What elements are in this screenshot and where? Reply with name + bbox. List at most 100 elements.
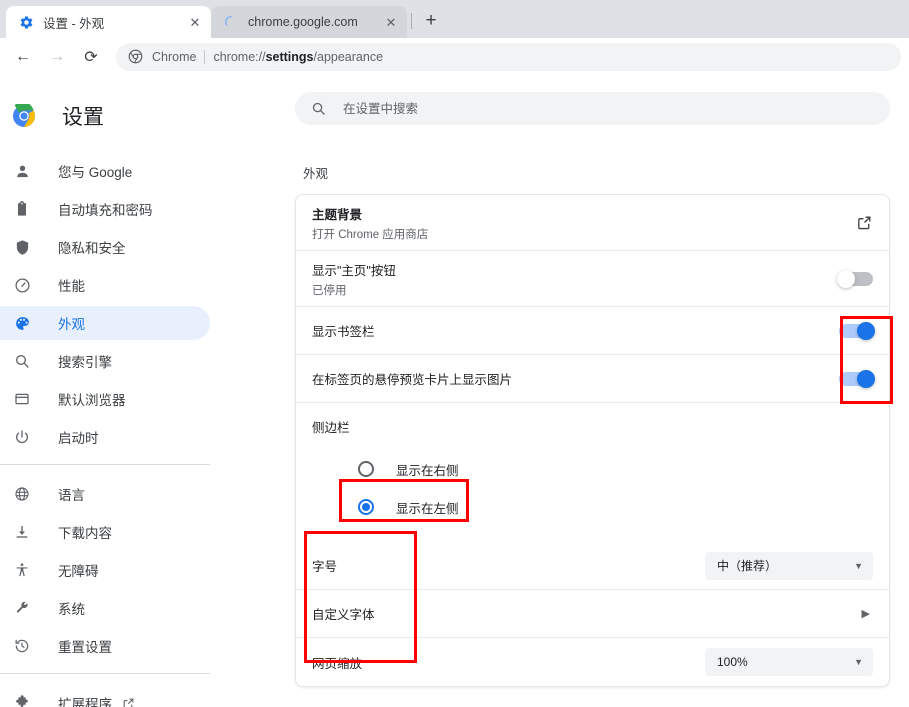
row-customize-fonts-text: 自定义字体 (312, 604, 862, 623)
new-tab-button[interactable]: + (417, 7, 445, 35)
sidebar-item-search-engine[interactable]: 搜索引擎 (0, 344, 210, 378)
puzzle-icon (12, 693, 32, 707)
row-title: 主题背景 (312, 207, 363, 222)
row-theme-text: 主题背景 打开 Chrome 应用商店 (312, 204, 856, 242)
page-zoom-select[interactable]: 100% ▼ (705, 648, 873, 676)
row-title: 网页缩放 (312, 656, 363, 671)
row-title: 在标签页的悬停预览卡片上显示图片 (312, 373, 513, 387)
appearance-card: 主题背景 打开 Chrome 应用商店 显示"主页"按钮 已停用 显示书签栏 在… (295, 194, 890, 687)
home-button-toggle[interactable] (837, 269, 873, 288)
row-title: 字号 (312, 560, 338, 574)
row-font-size-text: 字号 (312, 556, 705, 575)
address-bar[interactable]: Chrome chrome://settings/appearance (116, 43, 901, 71)
sidebar-item-downloads[interactable]: 下载内容 (0, 515, 210, 549)
radio-label: 显示在右侧 (396, 463, 459, 478)
sidebar-group-footer: 扩展程序 关于 Chrome (0, 686, 295, 707)
sidebar-item-performance[interactable]: 性能 (0, 268, 210, 302)
chevron-right-icon[interactable]: ▶ (862, 607, 873, 620)
sidebar-item-label: 下载内容 (58, 526, 112, 541)
sidebar-item-extensions[interactable]: 扩展程序 (0, 686, 210, 707)
chrome-logo-icon (128, 49, 144, 65)
shield-icon (12, 237, 32, 257)
settings-sidebar: 设置 您与 Google 自动填充和密码 隐私和安全 性能 外观 搜索引擎 默认… (0, 76, 295, 707)
search-input[interactable] (341, 100, 874, 117)
url-prefix: chrome:// (213, 50, 266, 64)
person-icon (12, 161, 32, 181)
close-icon[interactable]: ✕ (187, 14, 203, 30)
row-font-size[interactable]: 字号 中（推荐） ▼ (296, 542, 889, 590)
tab-hover-images-toggle[interactable] (839, 369, 875, 388)
radio-label: 显示在左侧 (396, 501, 459, 516)
row-home-button[interactable]: 显示"主页"按钮 已停用 (296, 251, 889, 307)
sidebar-item-privacy-security[interactable]: 隐私和安全 (0, 230, 210, 264)
toggle-knob (857, 369, 875, 388)
search-icon (311, 101, 327, 117)
sidebar-item-languages[interactable]: 语言 (0, 477, 210, 511)
sidebar-item-label: 默认浏览器 (58, 393, 126, 408)
side-panel-label: 侧边栏 (312, 421, 350, 435)
tab-settings[interactable]: 设置 - 外观 ✕ (6, 6, 211, 38)
chevron-down-icon: ▼ (854, 657, 863, 667)
forward-button[interactable]: → (42, 42, 72, 72)
row-page-zoom[interactable]: 网页缩放 100% ▼ (296, 638, 889, 686)
tab-separator (411, 13, 412, 29)
radio-option-left[interactable]: 显示在左侧 (312, 488, 873, 526)
sidebar-item-autofill-passwords[interactable]: 自动填充和密码 (0, 192, 210, 226)
power-icon (12, 427, 32, 447)
font-size-select[interactable]: 中（推荐） ▼ (705, 551, 873, 580)
page-title: 设置 (62, 106, 104, 129)
gear-icon (18, 14, 34, 30)
row-subtitle: 打开 Chrome 应用商店 (312, 228, 429, 241)
search-settings-box[interactable] (295, 92, 890, 125)
settings-brand: 设置 (0, 92, 295, 140)
row-customize-fonts[interactable]: 自定义字体 ▶ (296, 590, 889, 638)
sidebar-item-you-and-google[interactable]: 您与 Google (0, 154, 210, 188)
row-title: 显示书签栏 (312, 325, 375, 339)
reload-button[interactable]: ⟳ (76, 42, 106, 72)
close-icon[interactable]: ✕ (383, 14, 399, 30)
download-icon (12, 522, 32, 542)
back-button[interactable]: ← (8, 42, 38, 72)
sidebar-item-label: 外观 (58, 317, 85, 332)
speedometer-icon (12, 275, 32, 295)
external-link-icon[interactable] (856, 214, 873, 231)
row-title: 显示"主页"按钮 (312, 263, 396, 278)
sidebar-item-reset-settings[interactable]: 重置设置 (0, 629, 210, 663)
sidebar-divider (0, 673, 210, 674)
sidebar-item-default-browser[interactable]: 默认浏览器 (0, 382, 210, 416)
settings-main: 外观 主题背景 打开 Chrome 应用商店 显示"主页"按钮 已停用 (295, 76, 909, 707)
sidebar-item-appearance[interactable]: 外观 (0, 306, 210, 340)
side-panel-section: 侧边栏 显示在右侧 显示在左侧 (296, 403, 889, 542)
tab-chrome-google[interactable]: chrome.google.com ✕ (211, 6, 407, 38)
url-bold: settings (265, 50, 314, 64)
row-home-button-text: 显示"主页"按钮 已停用 (312, 260, 839, 298)
omnibox-scheme-label: Chrome (152, 50, 197, 64)
browser-toolbar: ← → ⟳ Chrome chrome://settings/appearanc… (0, 38, 909, 76)
sidebar-item-accessibility[interactable]: 无障碍 (0, 553, 210, 587)
sidebar-item-label: 系统 (58, 602, 85, 617)
row-tab-hover-images[interactable]: 在标签页的悬停预览卡片上显示图片 (296, 355, 889, 403)
sidebar-item-label: 搜索引擎 (58, 355, 112, 370)
palette-icon (12, 313, 32, 333)
radio-button[interactable] (358, 461, 374, 477)
radio-button[interactable] (358, 499, 374, 515)
bookmarks-bar-toggle[interactable] (839, 321, 875, 340)
sidebar-item-label: 自动填充和密码 (58, 203, 153, 218)
omnibox-divider (204, 50, 206, 64)
row-page-zoom-text: 网页缩放 (312, 653, 705, 672)
row-tab-hover-images-text: 在标签页的悬停预览卡片上显示图片 (312, 369, 839, 388)
sidebar-item-system[interactable]: 系统 (0, 591, 210, 625)
radio-option-right[interactable]: 显示在右侧 (312, 450, 873, 488)
row-bookmarks-bar[interactable]: 显示书签栏 (296, 307, 889, 355)
history-restore-icon (12, 636, 32, 656)
external-link-icon (122, 696, 136, 707)
sidebar-item-label: 语言 (58, 488, 85, 503)
sidebar-group-main: 您与 Google 自动填充和密码 隐私和安全 性能 外观 搜索引擎 默认浏览器… (0, 154, 295, 454)
sidebar-item-label: 重置设置 (58, 640, 112, 655)
sidebar-item-label: 无障碍 (58, 564, 99, 579)
sidebar-item-on-startup[interactable]: 启动时 (0, 420, 210, 454)
sidebar-item-label: 扩展程序 (58, 697, 112, 707)
row-theme[interactable]: 主题背景 打开 Chrome 应用商店 (296, 195, 889, 251)
chrome-logo-icon (12, 101, 36, 128)
browser-window-icon (12, 389, 32, 409)
